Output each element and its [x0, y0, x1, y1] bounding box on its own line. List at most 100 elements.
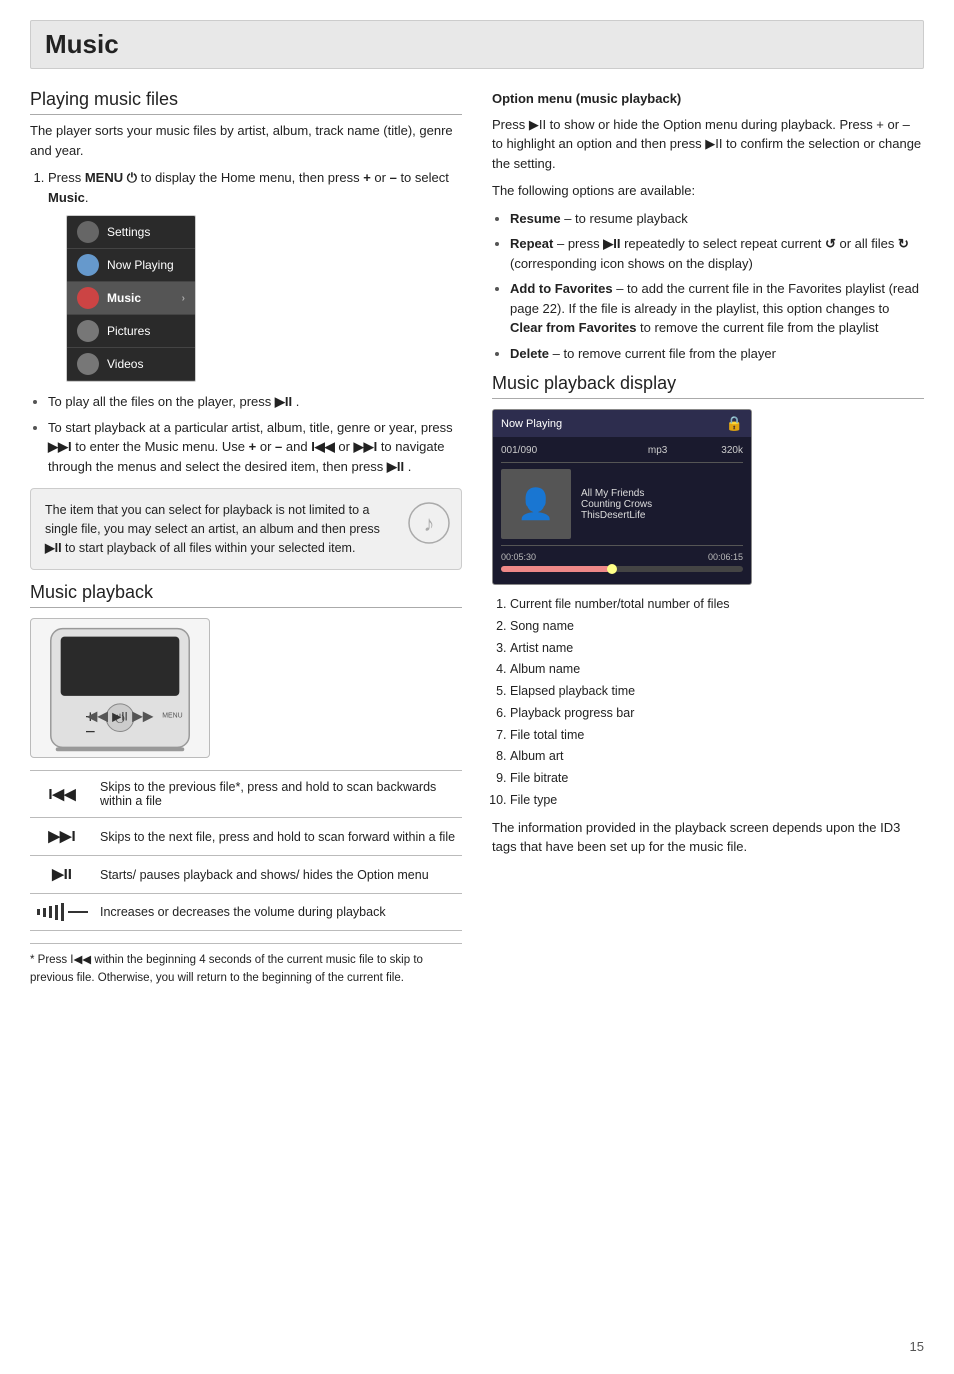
- settings-icon: [77, 221, 99, 243]
- option-resume: Resume – to resume playback: [510, 209, 924, 229]
- file-bitrate: 320k: [721, 445, 743, 456]
- track-num: 001/090: [501, 445, 537, 456]
- menu-item-nowplaying: Now Playing: [67, 249, 195, 282]
- control-volume-desc: Increases or decreases the volume during…: [94, 894, 462, 931]
- playing-files-title: Playing music files: [30, 89, 462, 115]
- info-box-text: The item that you can select for playbac…: [45, 501, 395, 557]
- total-time: 00:06:15: [708, 552, 743, 562]
- pb-track-details: All My Friends Counting Crows ThisDesert…: [581, 469, 743, 539]
- svg-text:−: −: [85, 722, 95, 742]
- option-menu-title: Option menu (music playback): [492, 89, 924, 109]
- pb-divider-1: [501, 462, 743, 463]
- menu-item-videos: Videos: [67, 348, 195, 381]
- track-divider: [591, 445, 594, 456]
- step-list: Press MENU ⏻ to display the Home menu, t…: [48, 168, 462, 382]
- music-note-icon: ♪: [407, 501, 451, 545]
- display-item-8: Album art: [510, 747, 924, 766]
- pb-progress-dot: [607, 564, 617, 574]
- pb-album: ThisDesertLife: [581, 510, 743, 521]
- display-item-2: Song name: [510, 617, 924, 636]
- option-delete: Delete – to remove current file from the…: [510, 344, 924, 364]
- control-next: ▶▶I Skips to the next file, press and ho…: [30, 818, 462, 856]
- display-item-9: File bitrate: [510, 769, 924, 788]
- menu-arrow: ›: [182, 291, 185, 306]
- lock-icon: 🔒: [726, 415, 743, 432]
- pb-progress-fill: [501, 566, 610, 572]
- pb-divider-2: [501, 545, 743, 546]
- display-items-list: Current file number/total number of file…: [510, 595, 924, 810]
- svg-text:MENU: MENU: [162, 713, 182, 720]
- pb-time: 00:05:30 00:06:15: [501, 552, 743, 562]
- option-menu-available: The following options are available:: [492, 181, 924, 201]
- pb-artist: Counting Crows: [581, 499, 743, 510]
- menu-item-settings: Settings: [67, 216, 195, 249]
- bullet-play-all: To play all the files on the player, pre…: [48, 392, 462, 412]
- left-column: Playing music files The player sorts you…: [30, 89, 462, 987]
- page: Music Playing music files The player sor…: [0, 0, 954, 1374]
- svg-text:♪: ♪: [424, 511, 435, 536]
- page-title: Music: [45, 29, 909, 60]
- option-list: Resume – to resume playback Repeat – pre…: [510, 209, 924, 364]
- footnote: * Press I◀◀ within the beginning 4 secon…: [30, 943, 462, 987]
- control-volume-symbol: [30, 894, 94, 931]
- music-icon: [77, 287, 99, 309]
- svg-text:▶▶: ▶▶: [132, 708, 154, 724]
- right-column: Option menu (music playback) Press ▶II t…: [492, 89, 924, 987]
- control-play-desc: Starts/ pauses playback and shows/ hides…: [94, 856, 462, 894]
- pb-album-art: 👤: [501, 469, 571, 539]
- pictures-icon: [77, 320, 99, 342]
- control-volume: Increases or decreases the volume during…: [30, 894, 462, 931]
- control-next-desc: Skips to the next file, press and hold t…: [94, 818, 462, 856]
- page-header: Music: [30, 20, 924, 69]
- music-playback-title: Music playback: [30, 582, 462, 608]
- control-prev-desc: Skips to the previous file*, press and h…: [94, 771, 462, 818]
- pb-header: Now Playing 🔒: [493, 410, 751, 437]
- device-image: + ⏻ ◀◀ ▶II ▶▶ MENU −: [30, 618, 210, 758]
- option-menu-intro: Press ▶II to show or hide the Option men…: [492, 115, 924, 174]
- menu-label: MENU ⏻: [85, 170, 137, 185]
- now-playing-label: Now Playing: [501, 418, 562, 430]
- display-item-5: Elapsed playback time: [510, 682, 924, 701]
- elapsed-time: 00:05:30: [501, 552, 536, 562]
- menu-item-pictures: Pictures: [67, 315, 195, 348]
- page-number: 15: [910, 1339, 924, 1354]
- person-icon: 👤: [517, 487, 554, 522]
- step-1: Press MENU ⏻ to display the Home menu, t…: [48, 168, 462, 382]
- control-next-symbol: ▶▶I: [30, 818, 94, 856]
- info-box: The item that you can select for playbac…: [30, 488, 462, 570]
- info-icon: ♪: [407, 501, 447, 541]
- display-item-1: Current file number/total number of file…: [510, 595, 924, 614]
- option-favorites: Add to Favorites – to add the current fi…: [510, 279, 924, 338]
- option-repeat: Repeat – press ▶II repeatedly to select …: [510, 234, 924, 273]
- display-item-4: Album name: [510, 660, 924, 679]
- nowplaying-icon: [77, 254, 99, 276]
- svg-text:▶II: ▶II: [112, 710, 128, 724]
- pb-song: All My Friends: [581, 488, 743, 499]
- control-play: ▶II Starts/ pauses playback and shows/ h…: [30, 856, 462, 894]
- volume-icon: [36, 903, 88, 921]
- display-item-10: File type: [510, 791, 924, 810]
- main-content: Playing music files The player sorts you…: [30, 89, 924, 987]
- display-item-3: Artist name: [510, 639, 924, 658]
- display-item-6: Playback progress bar: [510, 704, 924, 723]
- pb-body: 001/090 mp3 320k 👤 All My Friends Counti…: [493, 437, 751, 584]
- playback-display-title: Music playback display: [492, 373, 924, 399]
- menu-screenshot: Settings Now Playing Music ›: [66, 215, 196, 382]
- controls-table: I◀◀ Skips to the previous file*, press a…: [30, 770, 462, 931]
- pb-track-info: 001/090 mp3 320k: [501, 445, 743, 456]
- control-prev: I◀◀ Skips to the previous file*, press a…: [30, 771, 462, 818]
- menu-item-music: Music ›: [67, 282, 195, 315]
- playback-display: Now Playing 🔒 001/090 mp3 320k 👤: [492, 409, 752, 585]
- bullet-start-playback: To start playback at a particular artist…: [48, 418, 462, 477]
- display-item-7: File total time: [510, 726, 924, 745]
- file-format: mp3: [648, 445, 667, 456]
- display-note: The information provided in the playback…: [492, 818, 924, 857]
- device-svg: + ⏻ ◀◀ ▶II ▶▶ MENU −: [31, 618, 209, 758]
- pb-art-area: 👤 All My Friends Counting Crows ThisDese…: [501, 469, 743, 539]
- videos-icon: [77, 353, 99, 375]
- control-prev-symbol: I◀◀: [30, 771, 94, 818]
- playback-bullets: To play all the files on the player, pre…: [48, 392, 462, 476]
- control-play-symbol: ▶II: [30, 856, 94, 894]
- playing-files-intro: The player sorts your music files by art…: [30, 121, 462, 160]
- pb-progress-bar: [501, 566, 743, 572]
